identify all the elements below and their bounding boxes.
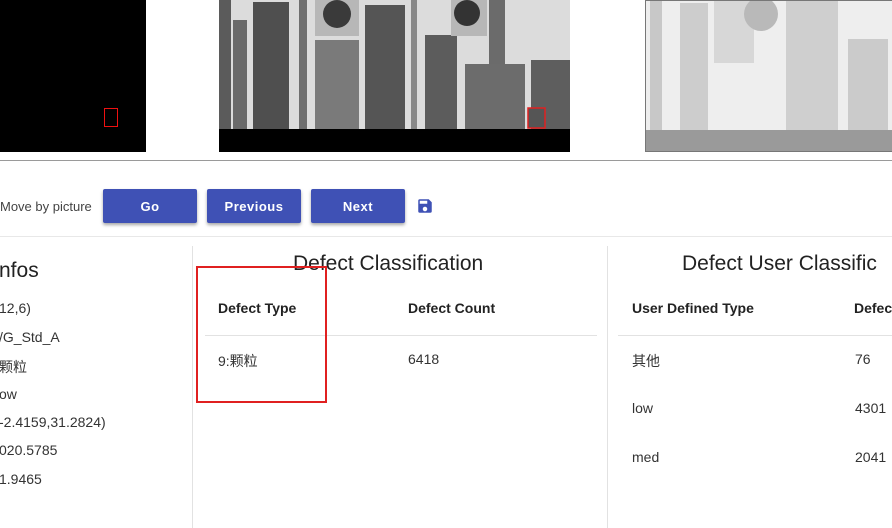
user-count-cell: 76	[855, 351, 871, 367]
column-header-defect-count[interactable]: Defec	[854, 300, 892, 316]
table-row[interactable]: low 4301	[618, 385, 892, 433]
infos-title: nfos	[0, 259, 39, 282]
info-line: -2.4159,31.2824)	[0, 414, 106, 430]
panel-divider	[607, 246, 608, 528]
table-row[interactable]: med 2041	[618, 434, 892, 482]
strip-divider	[0, 160, 892, 161]
highlight-box	[196, 266, 327, 403]
defect-image-die[interactable]	[219, 0, 570, 152]
save-icon[interactable]	[416, 197, 434, 215]
info-line: 12,6)	[0, 300, 31, 316]
info-line: /G_Std_A	[0, 329, 60, 345]
previous-button[interactable]: Previous	[207, 189, 301, 223]
image-strip	[0, 0, 892, 160]
info-line: 颗粒	[0, 359, 27, 375]
user-count-cell: 4301	[855, 400, 887, 416]
info-line: 1.9465	[0, 471, 42, 487]
user-count-cell: 2041	[855, 449, 887, 465]
defect-user-classification-title: Defect User Classific	[682, 252, 877, 275]
next-button[interactable]: Next	[311, 189, 405, 223]
go-button[interactable]: Go	[103, 189, 197, 223]
defect-marker	[104, 108, 118, 127]
info-line: 020.5785	[0, 442, 58, 458]
column-header-user-defined-type[interactable]: User Defined Type	[632, 300, 754, 316]
user-type-cell: med	[632, 449, 660, 465]
info-line: ow	[0, 386, 17, 402]
image-footer-bar	[646, 130, 892, 151]
defect-image-dark[interactable]	[0, 0, 146, 152]
defect-count-cell: 6418	[408, 351, 440, 367]
move-by-picture-label: Move by picture	[0, 199, 92, 214]
panel-divider	[192, 246, 193, 528]
user-type-cell: 其他	[632, 353, 660, 369]
user-type-cell: low	[632, 400, 654, 416]
toolbar-divider	[0, 236, 892, 237]
table-row[interactable]: 其他 76	[618, 336, 892, 384]
column-header-defect-count[interactable]: Defect Count	[408, 300, 495, 316]
image-footer-bar	[219, 129, 570, 152]
defect-image-light[interactable]	[645, 0, 892, 152]
